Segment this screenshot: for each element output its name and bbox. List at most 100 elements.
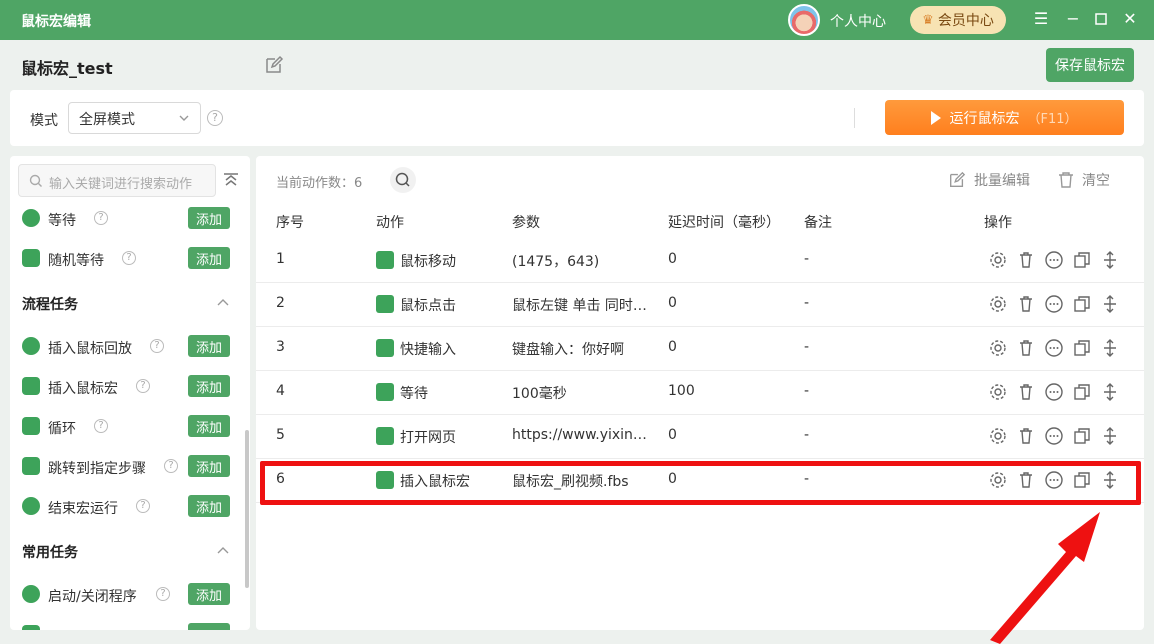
close-icon[interactable]: ✕ xyxy=(1121,9,1139,29)
sidebar-item-end-macro: 结束宏运行 ? 添加 xyxy=(22,495,234,519)
table-row[interactable]: 1 鼠标移动 (1475，643) 0 - xyxy=(256,239,1144,283)
settings-icon[interactable] xyxy=(988,382,1008,402)
avatar[interactable] xyxy=(788,4,820,36)
settings-icon[interactable] xyxy=(988,250,1008,270)
action-param: (1475，643) xyxy=(512,254,600,270)
copy-icon[interactable] xyxy=(1072,470,1092,490)
minimize-icon[interactable]: − xyxy=(1064,9,1082,29)
trash-icon[interactable] xyxy=(1016,470,1036,490)
settings-icon[interactable] xyxy=(988,338,1008,358)
add-button[interactable]: 添加 xyxy=(188,207,230,229)
table-row[interactable]: 2 鼠标点击 鼠标左键 单击 同时… 0 - xyxy=(256,283,1144,327)
sidebar-scrollbar[interactable] xyxy=(245,430,249,588)
settings-icon[interactable] xyxy=(988,294,1008,314)
copy-icon[interactable] xyxy=(1072,382,1092,402)
help-icon[interactable]: ? xyxy=(164,459,178,473)
open-webpage-icon xyxy=(376,427,394,445)
trash-icon[interactable] xyxy=(1016,338,1036,358)
add-button[interactable]: 添加 xyxy=(188,375,230,397)
save-macro-button[interactable]: 保存鼠标宏 xyxy=(1046,48,1134,82)
help-icon[interactable]: ? xyxy=(122,251,136,265)
mode-select-value: 全屏模式 xyxy=(79,112,135,128)
settings-icon[interactable] xyxy=(988,470,1008,490)
action-sidebar: 输入关键词进行搜索动作 等待 ? 添加 随机等待 ? 添加 流程任务 插入鼠标回… xyxy=(10,156,250,630)
member-center-button[interactable]: ♛ 会员中心 xyxy=(910,6,1006,34)
column-header: 延迟时间（毫秒） xyxy=(668,215,780,231)
sidebar-item-launch-program: 启动/关闭程序 ? 添加 xyxy=(22,583,234,607)
action-name: 插入鼠标宏 xyxy=(400,474,470,490)
trash-icon[interactable] xyxy=(1016,382,1036,402)
table-row[interactable]: 5 打开网页 https://www.yixin… 0 - xyxy=(256,415,1144,459)
collapse-all-icon[interactable] xyxy=(222,171,240,189)
personal-center-link[interactable]: 个人中心 xyxy=(830,11,886,31)
trash-icon[interactable] xyxy=(1016,426,1036,446)
trash-icon[interactable] xyxy=(1016,250,1036,270)
batch-edit-button[interactable]: 批量编辑 xyxy=(948,170,1030,190)
help-icon[interactable]: ? xyxy=(136,499,150,513)
mode-select[interactable]: 全屏模式 xyxy=(68,102,201,134)
more-icon[interactable] xyxy=(1044,294,1064,314)
delay-value: 0 xyxy=(668,251,677,267)
run-hotkey: （F11） xyxy=(1027,112,1078,127)
drag-handle-icon[interactable] xyxy=(1100,382,1120,402)
table-row[interactable]: 4 等待 100毫秒 100 - xyxy=(256,371,1144,415)
copy-icon[interactable] xyxy=(1072,250,1092,270)
crown-icon: ♛ xyxy=(922,12,934,28)
help-icon[interactable]: ? xyxy=(94,211,108,225)
drag-handle-icon[interactable] xyxy=(1100,250,1120,270)
edit-icon xyxy=(950,171,966,187)
menu-icon[interactable]: ☰ xyxy=(1032,9,1050,29)
more-icon[interactable] xyxy=(1044,426,1064,446)
column-header: 动作 xyxy=(376,215,404,231)
add-button[interactable]: 添加 xyxy=(188,495,230,517)
delay-value: 0 xyxy=(668,427,677,443)
section-common-title[interactable]: 常用任务 xyxy=(22,542,78,562)
more-icon[interactable] xyxy=(1044,338,1064,358)
more-icon[interactable] xyxy=(1044,382,1064,402)
drag-handle-icon[interactable] xyxy=(1100,338,1120,358)
help-icon[interactable]: ? xyxy=(156,587,170,601)
add-button[interactable] xyxy=(188,623,230,630)
column-header: 序号 xyxy=(276,215,304,231)
section-flow-title[interactable]: 流程任务 xyxy=(22,294,78,314)
add-button[interactable]: 添加 xyxy=(188,583,230,605)
help-icon[interactable]: ? xyxy=(94,419,108,433)
clear-button[interactable]: 清空 xyxy=(1058,170,1110,190)
trash-icon[interactable] xyxy=(1016,294,1036,314)
table-row[interactable]: 3 快捷输入 键盘输入：你好啊 0 - xyxy=(256,327,1144,371)
edit-name-icon[interactable] xyxy=(264,55,284,75)
chevron-up-icon[interactable] xyxy=(216,297,230,307)
maximize-icon[interactable] xyxy=(1092,9,1110,29)
more-icon[interactable] xyxy=(1044,250,1064,270)
action-icon xyxy=(22,625,40,630)
drag-handle-icon[interactable] xyxy=(1100,426,1120,446)
copy-icon[interactable] xyxy=(1072,426,1092,446)
drag-handle-icon[interactable] xyxy=(1100,294,1120,314)
help-icon[interactable]: ? xyxy=(207,110,223,126)
help-icon[interactable]: ? xyxy=(136,379,150,393)
add-button[interactable]: 添加 xyxy=(188,455,230,477)
sidebar-item-label: 插入鼠标宏 xyxy=(48,381,118,397)
chevron-up-icon[interactable] xyxy=(216,545,230,555)
run-macro-button[interactable]: 运行鼠标宏 （F11） xyxy=(885,100,1124,135)
table-row[interactable]: 6 插入鼠标宏 鼠标宏_刷视频.fbs 0 - xyxy=(256,459,1144,503)
drag-handle-icon[interactable] xyxy=(1100,470,1120,490)
note-value: - xyxy=(804,251,810,267)
add-button[interactable]: 添加 xyxy=(188,335,230,357)
note-value: - xyxy=(804,339,810,355)
row-number: 6 xyxy=(276,471,285,487)
add-button[interactable]: 添加 xyxy=(188,415,230,437)
copy-icon[interactable] xyxy=(1072,294,1092,314)
sidebar-item-next xyxy=(22,623,234,630)
settings-icon[interactable] xyxy=(988,426,1008,446)
jump-icon xyxy=(22,457,40,475)
add-button[interactable]: 添加 xyxy=(188,247,230,269)
more-icon[interactable] xyxy=(1044,470,1064,490)
help-icon[interactable]: ? xyxy=(150,339,164,353)
title-bar: 鼠标宏编辑 个人中心 ♛ 会员中心 ☰ − ✕ xyxy=(0,0,1154,40)
table-search-button[interactable] xyxy=(390,167,416,193)
copy-icon[interactable] xyxy=(1072,338,1092,358)
action-name: 打开网页 xyxy=(400,430,456,446)
mouse-click-icon xyxy=(376,295,394,313)
action-search-input[interactable]: 输入关键词进行搜索动作 xyxy=(18,164,216,197)
